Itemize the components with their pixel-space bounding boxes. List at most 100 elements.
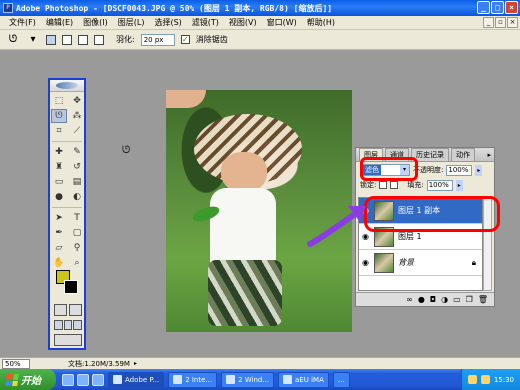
menu-bar: 文件(F) 编辑(E) 图像(I) 图层(L) 选择(S) 滤镜(T) 视图(V… (0, 16, 520, 30)
gradient-tool-icon[interactable]: ▤ (69, 175, 85, 189)
shape-tool-icon[interactable]: ▢ (69, 226, 85, 240)
zoom-field[interactable]: 50% (2, 358, 30, 369)
lasso-tool-preset-icon[interactable]: ᘎ (6, 33, 20, 47)
lock-transparency-toggle[interactable] (379, 181, 388, 189)
task-photoshop[interactable]: Adobe P... (108, 371, 165, 388)
photo-face (221, 152, 267, 192)
menu-window[interactable]: 窗口(W) (262, 17, 302, 28)
intersect-selection-icon[interactable] (94, 34, 104, 45)
preset-dropdown-icon[interactable]: ▾ (26, 33, 40, 47)
doc-restore-button[interactable]: ▫ (495, 17, 506, 28)
full-screen-icon[interactable] (73, 320, 83, 330)
fx-icon[interactable]: ● (418, 295, 425, 304)
standard-screen-icon[interactable] (54, 320, 63, 330)
status-menu-icon[interactable]: ▸ (134, 360, 137, 367)
lock-icon: 🔒︎ (471, 257, 476, 267)
app-icon (283, 375, 293, 384)
maximize-button[interactable]: □ (491, 1, 504, 14)
menu-image[interactable]: 图像(I) (78, 17, 113, 28)
path-selection-tool-icon[interactable]: ➤ (51, 211, 67, 225)
photoshop-icon (113, 375, 122, 384)
zoom-tool-icon[interactable]: ⌕ (69, 256, 85, 270)
minimize-button[interactable]: _ (477, 1, 490, 14)
brush-tool-icon[interactable]: ✎ (69, 145, 85, 159)
notes-tool-icon[interactable]: ▱ (51, 241, 67, 255)
desktop-icon[interactable] (77, 373, 89, 386)
window-title: Adobe Photoshop - [DSCF0043.JPG @ 50% (图… (16, 3, 333, 13)
toolbox-header[interactable] (50, 80, 84, 92)
eye-icon[interactable]: ◉ (361, 258, 370, 267)
close-button[interactable]: × (505, 1, 518, 14)
doc-close-button[interactable]: × (507, 17, 518, 28)
blur-tool-icon[interactable]: ● (51, 190, 67, 204)
add-selection-icon[interactable] (62, 34, 72, 45)
standard-mode-icon[interactable] (54, 304, 67, 316)
menu-layer[interactable]: 图层(L) (113, 17, 150, 28)
new-layer-icon[interactable]: ❐ (466, 295, 473, 304)
eraser-tool-icon[interactable]: ▭ (51, 175, 67, 189)
opacity-input[interactable]: 100% (446, 164, 473, 176)
slice-tool-icon[interactable]: ⟋ (69, 124, 85, 138)
marquee-tool-icon[interactable]: ⬚ (51, 94, 67, 108)
layer-row-background[interactable]: ◉ 背景 🔒︎ (359, 250, 482, 276)
subtract-selection-icon[interactable] (78, 34, 88, 45)
new-selection-icon[interactable] (46, 34, 56, 45)
lasso-tool-icon[interactable]: ᘎ (51, 109, 67, 123)
folder-icon[interactable]: ▭ (453, 295, 461, 304)
feather-label: 羽化: (116, 35, 135, 44)
stamp-tool-icon[interactable]: ♜ (51, 160, 67, 174)
menu-help[interactable]: 帮助(H) (302, 17, 340, 28)
tray-icon[interactable] (480, 375, 490, 384)
healing-brush-tool-icon[interactable]: ✚ (51, 145, 67, 159)
eyedropper-tool-icon[interactable]: ⚲ (69, 241, 85, 255)
background-color-swatch[interactable] (64, 280, 78, 294)
task-more[interactable]: ... (332, 371, 350, 388)
taskbar: 开始 Adobe P... 2 Inte... 2 Wind... aEU iM… (0, 369, 520, 390)
mask-icon[interactable]: ◘ (430, 295, 436, 304)
antialias-checkbox[interactable]: ✓ (180, 35, 190, 44)
crop-tool-icon[interactable]: ⌗ (51, 124, 67, 138)
menu-file[interactable]: 文件(F) (4, 17, 41, 28)
menu-filter[interactable]: 滤镜(T) (187, 17, 224, 28)
fill-label: 填充: (407, 181, 424, 189)
task-ima[interactable]: aEU iMA (278, 371, 329, 388)
menu-select[interactable]: 选择(S) (149, 17, 186, 28)
menu-view[interactable]: 视图(V) (224, 17, 262, 28)
feather-input[interactable] (140, 33, 175, 46)
opacity-slider-icon[interactable]: ▸ (475, 164, 483, 176)
media-icon[interactable] (92, 373, 104, 386)
menu-edit[interactable]: 编辑(E) (41, 17, 78, 28)
dodge-tool-icon[interactable]: ◐ (69, 190, 85, 204)
quick-mask-mode-icon[interactable] (69, 304, 82, 316)
magic-wand-tool-icon[interactable]: ⁂ (69, 109, 85, 123)
fill-input[interactable]: 100% (426, 179, 453, 191)
screen-mode-group (54, 320, 83, 330)
adjustment-icon[interactable]: ◑ (441, 295, 448, 304)
clock[interactable]: 15:30 (494, 376, 514, 384)
trash-icon[interactable]: 🗑︎ (478, 295, 488, 304)
move-tool-icon[interactable]: ✥ (69, 94, 85, 108)
hand-tool-icon[interactable]: ✋ (51, 256, 67, 270)
start-button[interactable]: 开始 (0, 369, 56, 390)
pen-tool-icon[interactable]: ✒ (51, 226, 67, 240)
photoshop-app-icon[interactable]: P (3, 3, 13, 13)
full-screen-menu-icon[interactable] (63, 320, 73, 330)
ie-icon[interactable] (62, 373, 74, 386)
doc-minimize-button[interactable]: _ (483, 17, 494, 28)
task-windows[interactable]: 2 Wind... (221, 371, 275, 388)
photo-shirt (210, 188, 276, 268)
link-icon[interactable]: ∞ (406, 295, 413, 304)
tray-icon[interactable] (467, 375, 477, 384)
history-brush-tool-icon[interactable]: ↺ (69, 160, 85, 174)
tab-actions[interactable]: 动作 (451, 148, 475, 161)
fill-slider-icon[interactable]: ▸ (455, 179, 463, 191)
lock-label: 锁定: (360, 181, 377, 189)
jump-to-imageready-button[interactable] (54, 334, 82, 346)
annotation-arrow (307, 206, 366, 247)
task-internet[interactable]: 2 Inte... (168, 371, 218, 388)
antialias-label: 消除锯齿 (195, 35, 228, 44)
photo-hand (166, 90, 206, 108)
panel-menu-icon[interactable]: ▸ (487, 151, 491, 159)
lock-pixels-toggle[interactable] (390, 181, 399, 189)
type-tool-icon[interactable]: T (69, 211, 85, 225)
